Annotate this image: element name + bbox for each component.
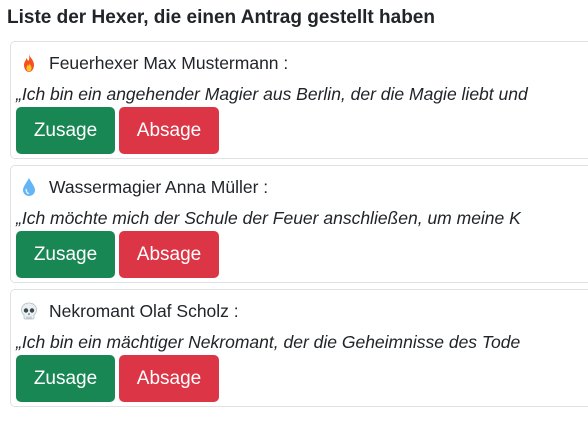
reject-button[interactable]: Absage (119, 355, 219, 402)
reject-button[interactable]: Absage (119, 231, 219, 278)
water-drop-icon (19, 177, 39, 197)
accept-button[interactable]: Zusage (16, 355, 115, 402)
application-quote: „Ich bin ein mächtiger Nekromant, der di… (16, 332, 521, 352)
reject-button[interactable]: Absage (119, 107, 219, 154)
application-quote: „Ich bin ein angehender Magier aus Berli… (16, 84, 528, 104)
applicant-name: Wassermagier Anna Müller : (49, 177, 269, 197)
applicant-name: Feuerhexer Max Mustermann : (49, 53, 289, 73)
application-card: Wassermagier Anna Müller : „Ich möchte m… (10, 165, 588, 283)
skull-icon (19, 301, 39, 321)
application-card: Feuerhexer Max Mustermann : „Ich bin ein… (10, 41, 588, 159)
applicant-header: Wassermagier Anna Müller : (19, 175, 268, 199)
applicant-header: Feuerhexer Max Mustermann : (19, 51, 288, 75)
page-title: Liste der Hexer, die einen Antrag gestel… (7, 7, 435, 28)
accept-button[interactable]: Zusage (16, 107, 115, 154)
applicant-header: Nekromant Olaf Scholz : (19, 299, 239, 323)
accept-button[interactable]: Zusage (16, 231, 115, 278)
applicant-name: Nekromant Olaf Scholz : (49, 301, 239, 321)
application-card: Nekromant Olaf Scholz : „Ich bin ein mäc… (10, 289, 588, 407)
application-quote: „Ich möchte mich der Schule der Feuer an… (16, 208, 521, 228)
fire-icon (19, 53, 39, 73)
